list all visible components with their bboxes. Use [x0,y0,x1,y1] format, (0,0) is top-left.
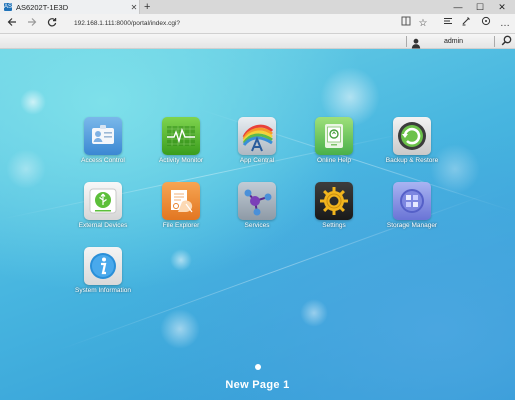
app-label: System Information [75,287,131,294]
app-activity-monitor[interactable]: Activity Monitor [143,117,219,165]
page-indicator-dot[interactable] [255,364,261,370]
app-backup-restore[interactable]: Backup & Restore [374,117,450,165]
app-system-information[interactable]: System Information [65,247,141,295]
app-central-icon [238,117,276,155]
maximize-button[interactable]: ☐ [469,0,491,14]
light-flare [20,89,46,115]
forward-icon[interactable] [24,16,40,32]
app-label: Storage Manager [386,222,438,229]
app-label: Backup & Restore [385,157,439,164]
light-flare [170,249,192,271]
favorite-icon[interactable]: ☆ [415,16,431,32]
topbar-divider [494,36,495,47]
topbar-divider [406,36,407,47]
app-settings[interactable]: Settings [296,182,372,230]
app-label: External Devices [78,222,128,229]
app-label: File Explorer [162,222,200,229]
activity-monitor-icon [162,117,200,155]
tab-close-icon[interactable]: ✕ [129,3,139,12]
app-services[interactable]: Services [219,182,295,230]
app-label: Settings [322,222,346,229]
page-label: New Page 1 [225,379,290,391]
light-flare [160,309,200,349]
services-icon [238,182,276,220]
minimize-button[interactable]: — [447,0,469,14]
external-devices-icon [84,182,122,220]
more-icon[interactable]: … [497,16,513,32]
settings-icon [315,182,353,220]
app-access-control[interactable]: Access Control [65,117,141,165]
online-help-icon [315,117,353,155]
app-label: Access Control [81,157,125,164]
hub-icon[interactable] [440,16,456,32]
app-label: Services [244,222,270,229]
browser-navbar: 192.168.1.111:8000/portal/index.cgi? ☆ … [0,14,515,34]
light-flare [6,149,46,189]
system-information-icon [84,247,122,285]
tab-title: AS6202T-1E3D [16,2,69,12]
web-note-icon[interactable] [458,16,474,32]
username-label[interactable]: admin [444,35,463,48]
share-icon[interactable] [478,16,494,32]
nas-desktop: Access Control Activity Monitor App Cent… [0,49,515,400]
backup-restore-icon [393,117,431,155]
address-bar[interactable]: 192.168.1.111:8000/portal/index.cgi? [74,18,180,30]
app-label: Activity Monitor [158,157,204,164]
new-tab-button[interactable]: + [144,0,150,14]
nas-topbar: admin [0,34,515,49]
refresh-icon[interactable] [44,16,60,32]
access-control-icon [84,117,122,155]
storage-manager-icon [393,182,431,220]
app-online-help[interactable]: Online Help [296,117,372,165]
reading-view-icon[interactable] [398,16,414,32]
tab-favicon-icon: AS [4,3,13,11]
app-label: App Central [239,157,275,164]
file-explorer-icon [162,182,200,220]
app-storage-manager[interactable]: Storage Manager [374,182,450,230]
user-icon[interactable] [411,36,421,49]
browser-tab[interactable]: AS AS6202T-1E3D ✕ [0,0,140,14]
app-label: Online Help [317,157,351,164]
app-external-devices[interactable]: External Devices [65,182,141,230]
back-icon[interactable] [4,16,20,32]
app-app-central[interactable]: App Central [219,117,295,165]
search-icon[interactable] [501,35,512,48]
app-file-explorer[interactable]: File Explorer [143,182,219,230]
browser-titlebar: AS AS6202T-1E3D ✕ + — ☐ ✕ [0,0,515,14]
light-flare [300,299,328,327]
close-window-button[interactable]: ✕ [491,0,513,14]
